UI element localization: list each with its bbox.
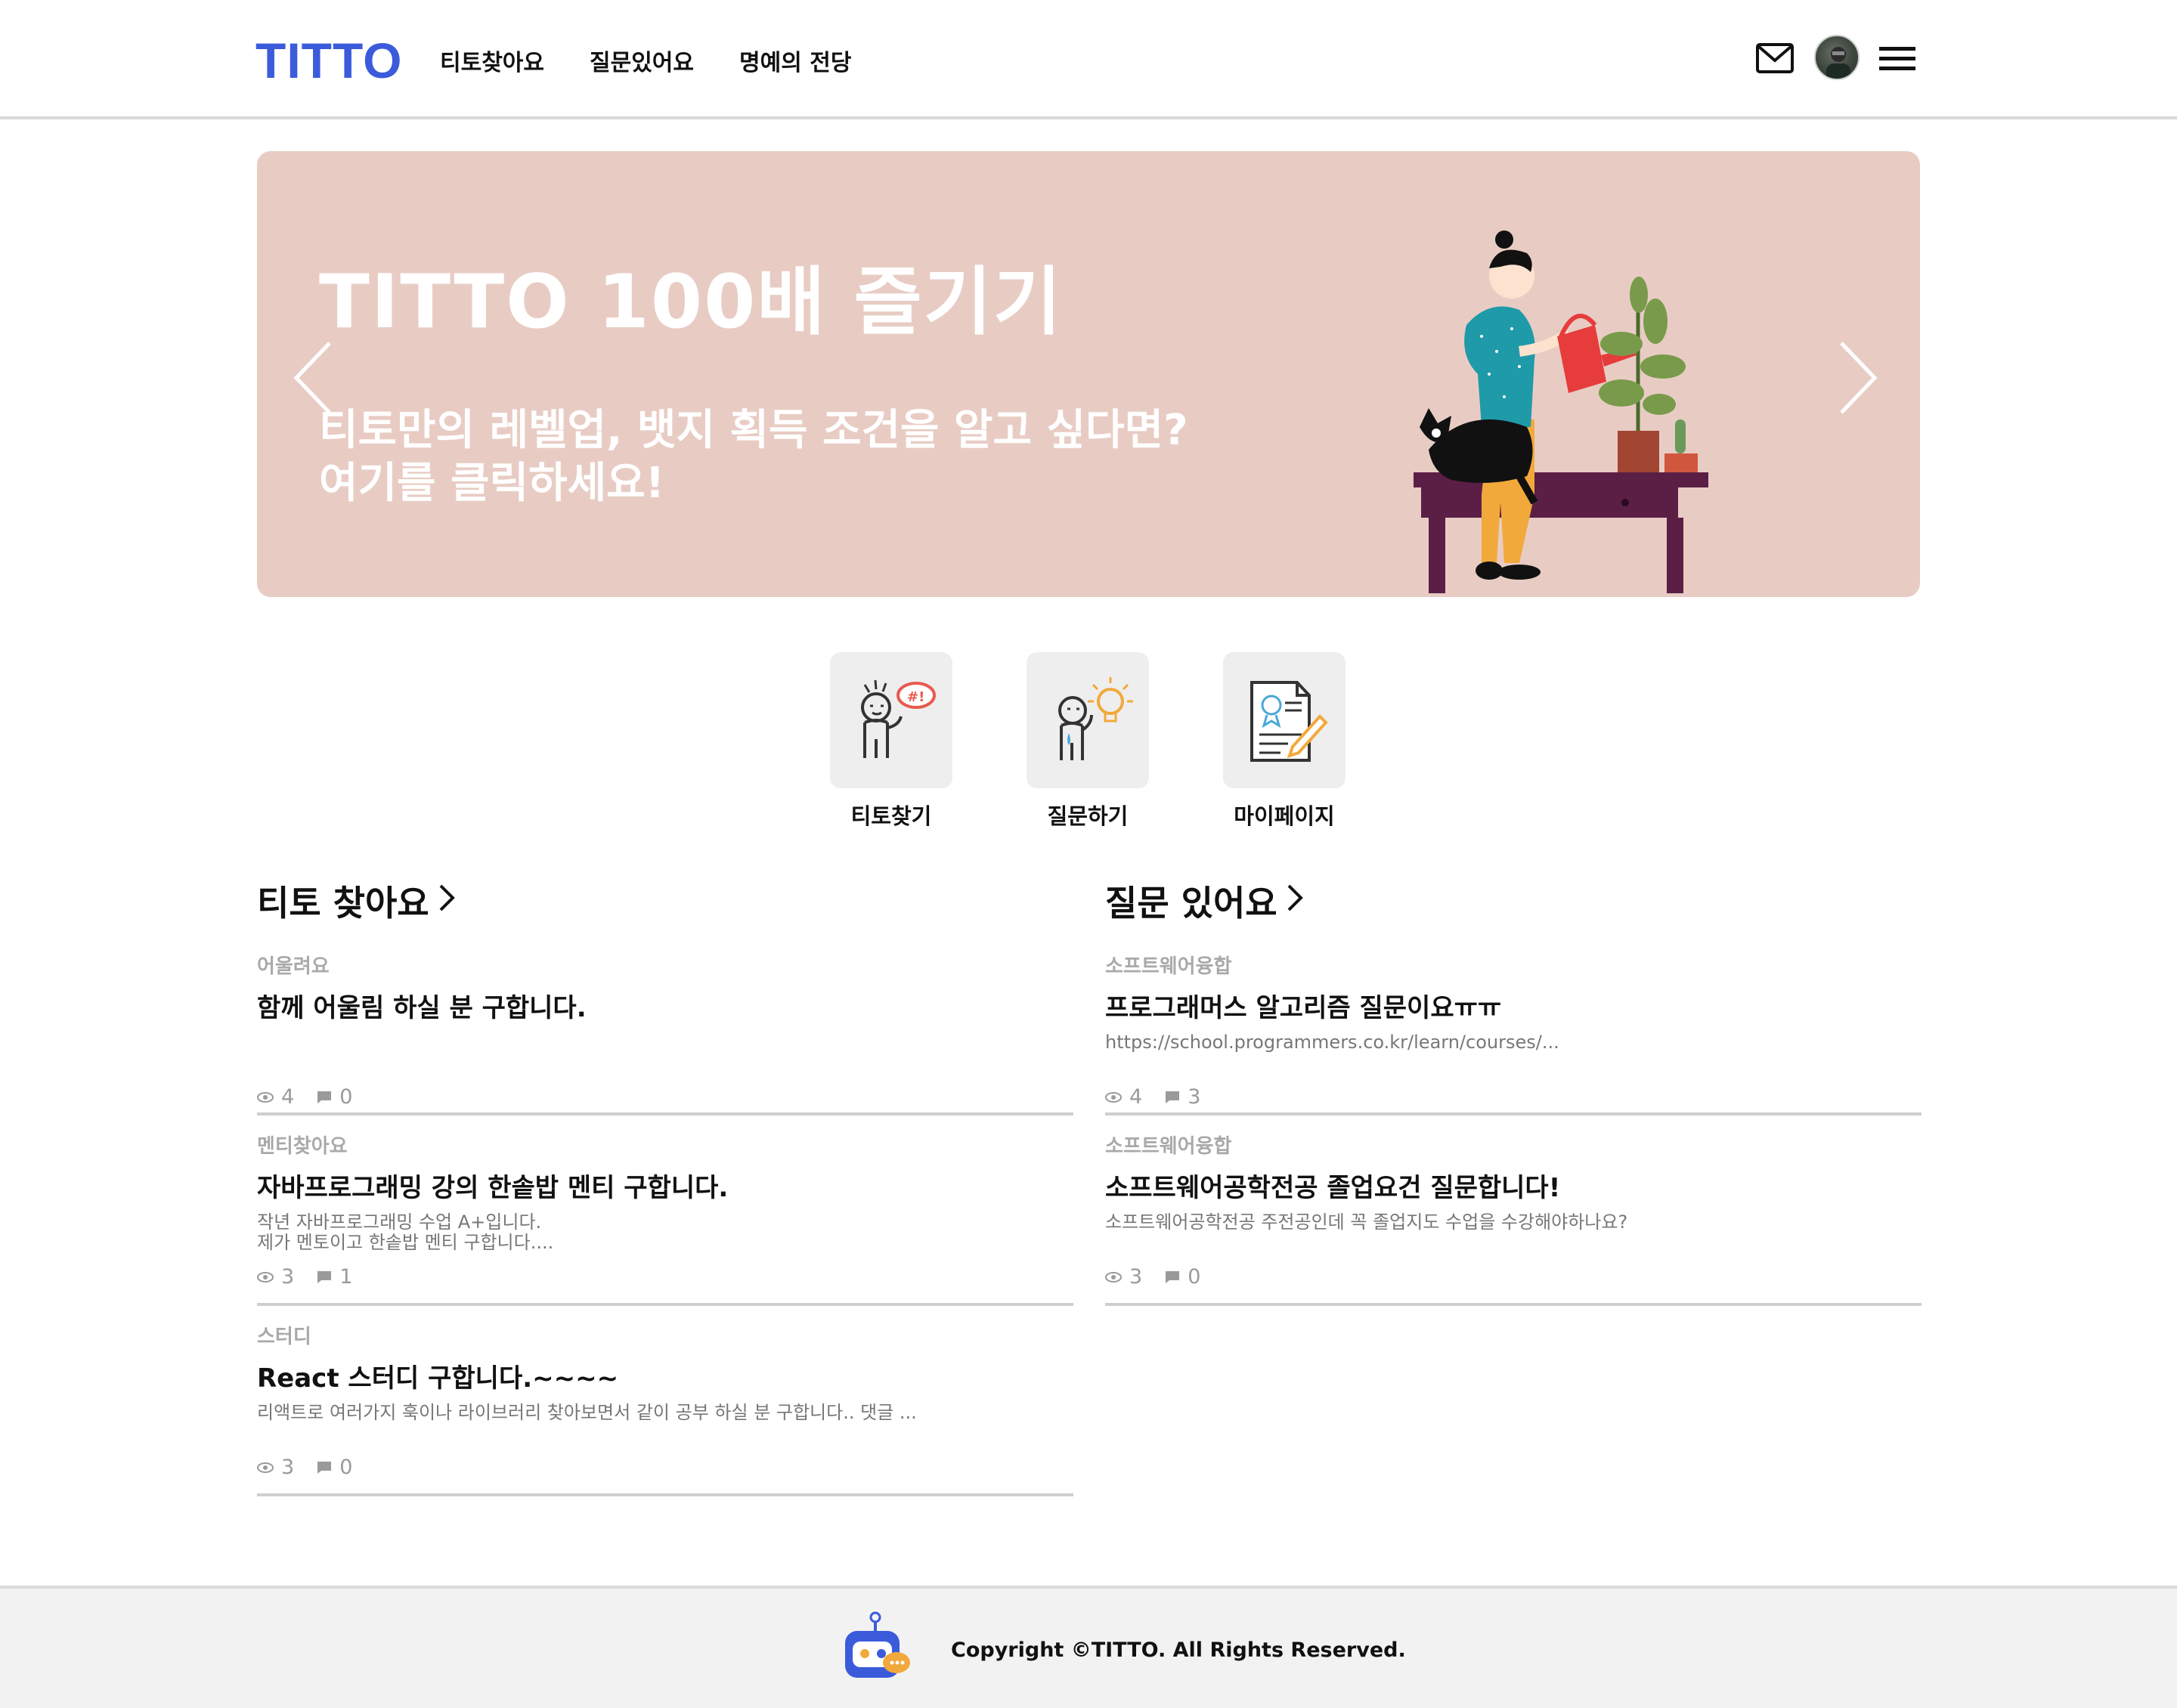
titto-find-list: 어울려요 함께 어울림 하실 분 구합니다. 4 0 멘티찾아요 자바프로그래밍… (257, 877, 1073, 1496)
eye-icon (257, 1091, 274, 1103)
comment-icon (1165, 1091, 1180, 1104)
mail-icon[interactable] (1755, 42, 1795, 77)
quick-mypage[interactable]: 마이페이지 (1223, 652, 1346, 831)
eye-icon (257, 1462, 274, 1473)
chevron-left-icon[interactable] (290, 340, 336, 419)
footer: Copyright ©TITTO. All Rights Reserved. (0, 1586, 2177, 1708)
quick-titto-find-label: 티토찾기 (850, 803, 932, 829)
avatar[interactable] (1814, 35, 1860, 80)
list-item[interactable]: 소프트웨어융합 프로그래머스 알고리즘 질문이요ㅠㅠ https://schoo… (1105, 877, 1922, 1115)
comment-count: 0 (339, 1085, 353, 1109)
post-title[interactable]: 자바프로그래밍 강의 한솥밥 멘티 구합니다. (257, 1167, 728, 1204)
list-item[interactable]: 스터디 React 스터디 구합니다.~~~~ 리액트로 여러가지 훅이나 라이… (257, 1306, 1073, 1496)
comment-count: 1 (339, 1265, 353, 1289)
titto-find-section: 티토 찾아요 어울려요 함께 어울림 하실 분 구합니다. 4 0 멘티찾아요 … (257, 877, 1073, 1496)
banner-subtitle-line2: 여기를 클릭하세요! (319, 459, 665, 508)
quick-ask-question[interactable]: 질문하기 (1027, 652, 1149, 831)
eye-icon (257, 1271, 274, 1283)
post-category: 스터디 (257, 1326, 311, 1348)
person-lightbulb-icon[interactable] (1027, 652, 1149, 788)
comment-count: 0 (339, 1456, 353, 1479)
list-item[interactable]: 소프트웨어융합 소프트웨어공학전공 졸업요건 질문합니다! 소프트웨어공학전공 … (1105, 1115, 1922, 1306)
banner-subtitle-line1: 티토만의 레벨업, 뱃지 획득 조건을 알고 싶다면? (319, 406, 1188, 455)
top-header: TITTO 티토찾아요 질문있어요 명예의 전당 (0, 0, 2177, 119)
post-title[interactable]: 함께 어울림 하실 분 구합니다. (257, 987, 587, 1024)
view-count: 4 (281, 1085, 295, 1109)
post-meta: 3 0 (257, 1456, 375, 1479)
post-body: 소프트웨어공학전공 주전공인데 꼭 졸업지도 수업을 수강해야하나요? (1105, 1211, 1628, 1233)
person-shouting-icon[interactable]: #! (830, 652, 952, 788)
post-meta: 4 0 (257, 1085, 375, 1109)
view-count: 3 (281, 1265, 295, 1289)
robot-logo-icon (839, 1610, 912, 1691)
banner-subtitle: 티토만의 레벨업, 뱃지 획득 조건을 알고 싶다면? 여기를 클릭하세요! (319, 404, 1188, 510)
comment-icon (317, 1091, 332, 1104)
post-category: 소프트웨어융합 (1105, 1135, 1232, 1158)
comment-count: 3 (1188, 1085, 1201, 1109)
banner-title: TITTO 100배 즐기기 (319, 259, 1064, 345)
woman-watering-plant-illustration (1406, 178, 1829, 596)
copyright-text: Copyright ©TITTO. All Rights Reserved. (951, 1638, 1406, 1662)
document-pencil-icon[interactable] (1223, 652, 1346, 788)
comment-icon (1165, 1270, 1180, 1284)
svg-text:#!: #! (907, 689, 924, 705)
post-category: 멘티찾아요 (257, 1135, 348, 1158)
nav-hall-of-fame[interactable]: 명예의 전당 (739, 44, 851, 77)
hamburger-menu-icon[interactable] (1879, 45, 1915, 76)
eye-icon (1105, 1091, 1122, 1103)
promo-banner[interactable]: TITTO 100배 즐기기 티토만의 레벨업, 뱃지 획득 조건을 알고 싶다… (257, 151, 1920, 597)
comment-icon (317, 1461, 332, 1474)
logo[interactable]: TITTO (255, 32, 402, 89)
nav-questions[interactable]: 질문있어요 (590, 44, 694, 77)
post-body: 리액트로 여러가지 훅이나 라이브러리 찾아보면서 같이 공부 하실 분 구합니… (257, 1402, 917, 1423)
question-list: 소프트웨어융합 프로그래머스 알고리즘 질문이요ㅠㅠ https://schoo… (1105, 877, 1922, 1306)
view-count: 3 (1129, 1265, 1143, 1289)
eye-icon (1105, 1271, 1122, 1283)
post-meta: 3 0 (1105, 1265, 1223, 1289)
list-item[interactable]: 어울려요 함께 어울림 하실 분 구합니다. 4 0 (257, 877, 1073, 1115)
quick-titto-find[interactable]: #! 티토찾기 (830, 652, 952, 831)
post-title[interactable]: 프로그래머스 알고리즘 질문이요ㅠㅠ (1105, 987, 1501, 1024)
quick-mypage-label: 마이페이지 (1234, 803, 1335, 829)
post-title[interactable]: 소프트웨어공학전공 졸업요건 질문합니다! (1105, 1167, 1560, 1204)
chevron-right-icon[interactable] (1835, 340, 1881, 419)
view-count: 4 (1129, 1085, 1143, 1109)
post-category: 소프트웨어융합 (1105, 955, 1232, 978)
post-title[interactable]: React 스터디 구합니다.~~~~ (257, 1357, 618, 1394)
post-body: 작년 자바프로그래밍 수업 A+입니다. 제가 멘토이고 한솥밥 멘티 구합니다… (257, 1211, 554, 1253)
nav-titto-find[interactable]: 티토찾아요 (440, 44, 544, 77)
view-count: 3 (281, 1456, 295, 1479)
question-section: 질문 있어요 소프트웨어융합 프로그래머스 알고리즘 질문이요ㅠㅠ https:… (1105, 877, 1922, 1306)
post-body: https://school.programmers.co.kr/learn/c… (1105, 1032, 1559, 1053)
quick-ask-question-label: 질문하기 (1047, 803, 1129, 829)
post-meta: 3 1 (257, 1265, 375, 1289)
post-meta: 4 3 (1105, 1085, 1223, 1109)
post-category: 어울려요 (257, 955, 330, 978)
comment-icon (317, 1270, 332, 1284)
comment-count: 0 (1188, 1265, 1201, 1289)
list-item[interactable]: 멘티찾아요 자바프로그래밍 강의 한솥밥 멘티 구합니다. 작년 자바프로그래밍… (257, 1115, 1073, 1306)
